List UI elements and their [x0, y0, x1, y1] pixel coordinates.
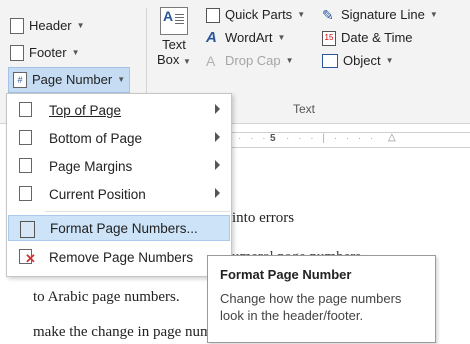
- quick-parts-icon: [206, 7, 220, 23]
- menu-item-current-position[interactable]: Current Position: [8, 181, 230, 207]
- calendar-icon: 15: [322, 30, 336, 46]
- menu-item-label: Format Page Numbers...: [50, 220, 198, 236]
- chevron-right-icon: [215, 132, 220, 142]
- page-number-icon: #: [13, 72, 27, 88]
- chevron-down-icon: ▼: [297, 10, 306, 19]
- text-group-label: Text: [293, 102, 316, 116]
- current-position-icon: [19, 186, 32, 201]
- header-label: Header: [29, 18, 72, 33]
- menu-item-label: Current Position: [49, 186, 146, 202]
- document-line: into errors: [232, 210, 295, 226]
- header-button[interactable]: Header ▼: [10, 16, 85, 36]
- wordart-label: WordArt: [225, 30, 273, 45]
- remove-page-numbers-icon: ✕: [19, 249, 36, 265]
- page-number-button[interactable]: # Page Number ▼: [8, 67, 131, 93]
- horizontal-ruler[interactable]: · · · 5 · · · | · · · · △: [228, 132, 470, 148]
- ruler-mark: 5: [270, 133, 276, 144]
- page-bottom-icon: [19, 130, 32, 145]
- footer-icon: [10, 45, 24, 61]
- date-time-button[interactable]: 15 Date & Time: [322, 28, 413, 48]
- page-number-menu: Top of Page Bottom of Page Page Margins …: [6, 93, 232, 277]
- chevron-down-icon: ▼: [277, 33, 286, 42]
- chevron-down-icon: ▼: [429, 10, 438, 19]
- signature-icon: ✎: [322, 7, 334, 23]
- wordart-icon: A: [206, 29, 217, 46]
- wordart-button[interactable]: A WordArt ▼: [206, 28, 285, 48]
- date-time-label: Date & Time: [341, 30, 413, 45]
- menu-separator: [45, 211, 230, 212]
- menu-item-remove-page-numbers[interactable]: ✕ Remove Page Numbers: [8, 244, 230, 270]
- menu-item-label: Page Margins: [49, 158, 133, 174]
- page-top-icon: [19, 102, 32, 117]
- menu-item-top-of-page[interactable]: Top of Page: [8, 97, 230, 123]
- page-number-label: Page Number: [32, 72, 113, 87]
- menu-item-format-page-numbers[interactable]: Format Page Numbers...: [8, 215, 230, 241]
- quick-parts-label: Quick Parts: [225, 7, 293, 22]
- drop-cap-button[interactable]: A Drop Cap ▼: [206, 51, 294, 71]
- chevron-right-icon: [215, 104, 220, 114]
- menu-item-bottom-of-page[interactable]: Bottom of Page: [8, 125, 230, 151]
- text-box-button[interactable]: Text Box ▼: [154, 7, 194, 69]
- text-box-label-line2: Box: [157, 52, 180, 67]
- tooltip-title: Format Page Number: [220, 267, 352, 282]
- signature-line-button[interactable]: ✎ Signature Line ▼: [322, 5, 438, 25]
- quick-parts-button[interactable]: Quick Parts ▼: [206, 5, 305, 25]
- tooltip-body: Change how the page numbers look in the …: [220, 291, 402, 323]
- footer-button[interactable]: Footer ▼: [10, 43, 80, 63]
- chevron-down-icon: ▼: [385, 56, 394, 65]
- chevron-down-icon: ▼: [285, 56, 294, 65]
- text-box-icon: [160, 7, 188, 35]
- menu-item-label: Remove Page Numbers: [49, 249, 194, 265]
- chevron-right-icon: [215, 160, 220, 170]
- menu-item-label: Bottom of Page: [49, 130, 143, 146]
- close-icon: ✕: [25, 251, 36, 266]
- document-line: to Arabic page numbers.: [33, 289, 180, 305]
- ruler-ticks: · · ·: [238, 133, 269, 144]
- drop-cap-label: Drop Cap: [225, 53, 281, 68]
- object-label: Object: [343, 53, 381, 68]
- format-page-numbers-icon: [20, 221, 35, 238]
- chevron-down-icon: ▼: [76, 21, 85, 30]
- chevron-down-icon: ▼: [183, 57, 191, 66]
- chevron-down-icon: ▼: [117, 75, 126, 84]
- menu-item-page-margins[interactable]: Page Margins: [8, 153, 230, 179]
- footer-label: Footer: [29, 45, 67, 60]
- chevron-right-icon: [215, 188, 220, 198]
- menu-item-label: Top of Page: [49, 102, 122, 118]
- object-icon: [322, 54, 338, 68]
- page-margins-icon: [19, 158, 32, 173]
- object-button[interactable]: Object ▼: [322, 51, 394, 71]
- text-box-label-line1: Text: [162, 37, 186, 52]
- signature-line-label: Signature Line: [341, 7, 425, 22]
- indent-marker-icon[interactable]: △: [388, 132, 396, 143]
- header-icon: [10, 18, 24, 34]
- chevron-down-icon: ▼: [71, 48, 80, 57]
- drop-cap-icon: A: [206, 53, 216, 69]
- tooltip: Format Page Number Change how the page n…: [207, 255, 436, 343]
- ruler-ticks: · · · | · · · ·: [286, 133, 377, 144]
